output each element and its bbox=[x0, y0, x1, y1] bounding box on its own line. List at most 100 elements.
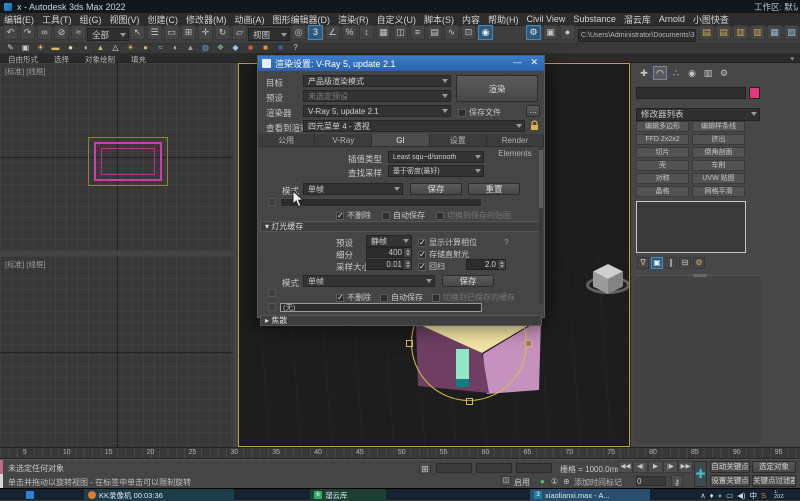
asset-library-icon[interactable]: ▦ bbox=[767, 25, 782, 40]
tray-expand-icon[interactable]: ∧ bbox=[700, 491, 706, 500]
select-and-move-icon[interactable]: ✛ bbox=[198, 25, 213, 40]
interp-type-dropdown[interactable]: Least squ~d/smooth bbox=[388, 151, 484, 163]
dialog-title-bar[interactable]: 渲染设置: V-Ray 5, update 2.1 — ✕ bbox=[258, 56, 544, 71]
swatch-orange-icon[interactable]: ■ bbox=[259, 44, 272, 53]
viewcube[interactable] bbox=[585, 262, 630, 306]
auto-key-button[interactable]: 自动关键点 bbox=[710, 461, 750, 473]
previous-frame-button[interactable]: ◀| bbox=[633, 461, 648, 473]
modifier-button[interactable]: 壳 bbox=[636, 160, 689, 171]
modifier-button[interactable]: 编辑多边形 bbox=[636, 121, 689, 132]
dialog-tab-GI[interactable]: GI bbox=[372, 134, 429, 146]
gizmo-handle-bottom[interactable] bbox=[466, 398, 473, 405]
save-folder-icon[interactable]: ▤ bbox=[716, 25, 731, 40]
window-crossing-icon[interactable]: ⊞ bbox=[181, 25, 196, 40]
maxscript-mini-listener[interactable] bbox=[0, 460, 3, 474]
configure-modifier-sets-icon[interactable]: ⚙ bbox=[693, 257, 705, 269]
scrollbar-thumb[interactable] bbox=[539, 150, 543, 208]
next-frame-button[interactable]: |▶ bbox=[663, 461, 678, 473]
minimize-icon[interactable]: — bbox=[513, 57, 522, 67]
mirror-icon[interactable]: ◫ bbox=[393, 25, 408, 40]
add-time-tag-icon[interactable]: ⊕ bbox=[563, 477, 570, 486]
swatch-blue-icon[interactable]: ■ bbox=[274, 44, 287, 53]
modifier-button[interactable]: 倒角剖面 bbox=[692, 147, 745, 158]
im-reset-button[interactable]: 重置 bbox=[468, 183, 520, 195]
lc-file-browse-button[interactable] bbox=[268, 303, 276, 311]
im-auto-save-checkbox[interactable]: 自动保存 bbox=[382, 210, 425, 221]
render-production-icon[interactable]: ● bbox=[560, 25, 575, 40]
rendered-frame-window-icon[interactable]: ▣ bbox=[543, 25, 558, 40]
gizmo-handle-right[interactable] bbox=[525, 340, 532, 347]
viewport-front[interactable]: [标准] [线框] bbox=[0, 256, 233, 447]
dialog-tab-公用[interactable]: 公用 bbox=[258, 134, 315, 146]
modifier-button[interactable]: 网格平滑 bbox=[692, 186, 745, 197]
lc-file-field[interactable]: (无) bbox=[280, 303, 482, 312]
lc-sample-size-spinner[interactable]: 0.01 bbox=[366, 259, 412, 270]
redo-icon[interactable]: ↷ bbox=[20, 25, 35, 40]
water-icon[interactable]: ≈ bbox=[154, 44, 167, 53]
target-dropdown[interactable]: 产品级渲染模式 bbox=[303, 75, 451, 87]
display-tab-icon[interactable]: ▥ bbox=[701, 66, 715, 80]
im-mode-dropdown[interactable]: 单帧 bbox=[303, 183, 403, 195]
import-folder-icon[interactable]: ▥ bbox=[733, 25, 748, 40]
open-folder-icon[interactable]: ▤ bbox=[699, 25, 714, 40]
lc-retrace-checkbox[interactable]: 回扫 bbox=[418, 261, 445, 272]
material-editor-icon[interactable]: ◉ bbox=[478, 25, 493, 40]
hierarchy-tab-icon[interactable]: ∴ bbox=[669, 66, 683, 80]
show-end-result-icon[interactable]: ▣ bbox=[651, 257, 663, 269]
utilities-tab-icon[interactable]: ⚙ bbox=[717, 66, 731, 80]
lookup-dropdown[interactable]: 基于密度(最好) bbox=[388, 165, 484, 177]
dialog-tab-Render Elements[interactable]: Render Elements bbox=[487, 134, 544, 146]
modifier-button[interactable]: 车削 bbox=[692, 160, 745, 171]
caustics-rollout-header[interactable]: ▸ 焦散 bbox=[260, 315, 542, 326]
object-name-field[interactable] bbox=[636, 87, 746, 99]
tray-clock[interactable]: 1: 2023 bbox=[772, 490, 784, 501]
transform-typein-icon[interactable]: ⊞ bbox=[419, 462, 431, 474]
menu-item[interactable]: 溜云库 bbox=[620, 13, 655, 26]
lock-view-icon[interactable] bbox=[529, 120, 540, 132]
rollout-grip[interactable] bbox=[693, 274, 707, 277]
remove-modifier-icon[interactable]: ⊟ bbox=[679, 257, 691, 269]
taskbar-library-button[interactable]: 6 溜云库 bbox=[310, 489, 386, 501]
close-icon[interactable]: ✕ bbox=[530, 57, 538, 68]
maxscript-mini-listener[interactable] bbox=[0, 474, 3, 489]
coordinate-y-field[interactable] bbox=[476, 463, 512, 473]
save-file-checkbox[interactable]: 保存文件 bbox=[458, 107, 501, 118]
isolate-toggle-icon[interactable]: ◫ bbox=[501, 476, 511, 486]
select-and-scale-icon[interactable]: ▱ bbox=[232, 25, 247, 40]
time-tag-label[interactable]: 添加时间标记 bbox=[574, 477, 622, 488]
render-button[interactable]: 渲染 bbox=[456, 75, 538, 102]
viewport-label[interactable]: [标准] [线框] bbox=[5, 259, 45, 270]
set-key-big-button[interactable]: ✚ bbox=[694, 461, 707, 487]
select-by-name-icon[interactable]: ☰ bbox=[147, 25, 162, 40]
help-folder-icon[interactable]: ▧ bbox=[784, 25, 799, 40]
modifier-button[interactable]: 对称 bbox=[636, 173, 689, 184]
go-to-end-button[interactable]: ▶▶ bbox=[678, 461, 693, 473]
library-help-icon[interactable]: ? bbox=[289, 44, 302, 53]
ribbon-minimize-icon[interactable]: ▾ bbox=[790, 55, 794, 63]
tray-flash-icon[interactable]: S bbox=[761, 491, 766, 500]
swatch-red-icon[interactable]: ■ bbox=[244, 44, 257, 53]
plan-outline-inner[interactable] bbox=[101, 148, 155, 175]
select-and-rotate-icon[interactable]: ↻ bbox=[215, 25, 230, 40]
unlink-selection-icon[interactable]: ⊘ bbox=[54, 25, 69, 40]
export-folder-icon[interactable]: ▥ bbox=[750, 25, 765, 40]
bind-to-space-warp-icon[interactable]: ≈ bbox=[71, 25, 86, 40]
modifier-button[interactable]: UVW 贴图 bbox=[692, 173, 745, 184]
tray-green-app-icon[interactable]: ● bbox=[718, 491, 723, 500]
record-status-icon[interactable]: ● bbox=[540, 477, 545, 486]
current-frame-field[interactable]: 0 bbox=[636, 476, 666, 486]
reference-coordinate-dropdown[interactable]: 视图 bbox=[248, 28, 290, 41]
modify-tab-icon[interactable]: ◠ bbox=[653, 66, 667, 80]
rectangular-selection-region-icon[interactable]: ▭ bbox=[164, 25, 179, 40]
save-file-browse-button[interactable]: ... bbox=[526, 105, 540, 117]
use-pivot-point-center-icon[interactable]: ◎ bbox=[291, 25, 306, 40]
modifier-button[interactable]: 编辑样条线 bbox=[692, 121, 745, 132]
angle-snap-toggle-icon[interactable]: ∠ bbox=[325, 25, 340, 40]
selected-objects-dropdown[interactable]: 选定对象 bbox=[752, 461, 796, 473]
make-unique-icon[interactable]: ∥ bbox=[665, 257, 677, 269]
play-button[interactable]: ▶ bbox=[648, 461, 663, 473]
tray-mic-icon[interactable]: ♦ bbox=[710, 491, 714, 500]
spinner-snap-toggle-icon[interactable]: ↕ bbox=[359, 25, 374, 40]
globe-icon[interactable]: ◍ bbox=[199, 44, 212, 53]
go-to-start-button[interactable]: ◀◀ bbox=[618, 461, 633, 473]
